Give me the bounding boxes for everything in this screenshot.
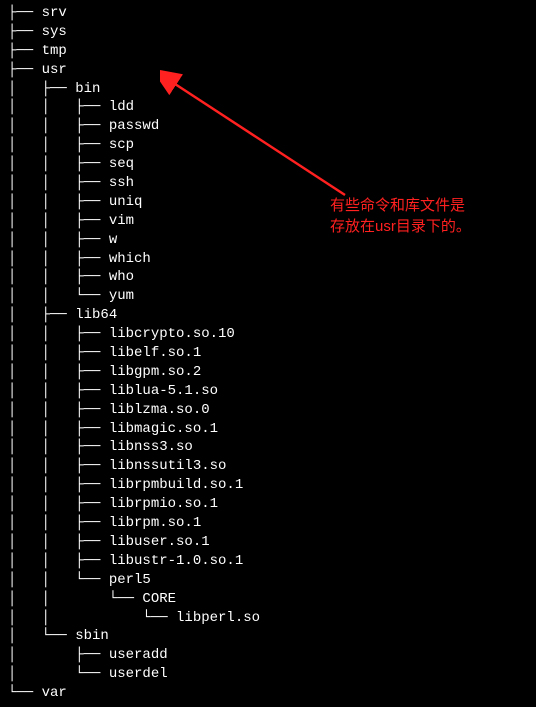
- tree-entry-usr-child-child: │ │ ├── libuser.so.1: [8, 533, 528, 552]
- tree-entry-usr-child: │ └── sbin: [8, 627, 528, 646]
- tree-entry-usr-child-child: │ │ ├── libnss3.so: [8, 438, 528, 457]
- tree-entry-usr-child: │ ├── lib64: [8, 306, 528, 325]
- tree-output: ├── srv├── sys├── tmp├── usr│ ├── bin│ │…: [0, 0, 536, 707]
- tree-entry-usr-child-child: │ │ ├── librpm.so.1: [8, 514, 528, 533]
- tree-entry-usr-child-child: │ │ ├── liblzma.so.0: [8, 401, 528, 420]
- tree-entry-usr-child-child: │ │ ├── libmagic.so.1: [8, 420, 528, 439]
- tree-entry-usr-child-child: │ │ ├── ssh: [8, 174, 528, 193]
- annotation-line1: 有些命令和库文件是: [330, 197, 465, 214]
- tree-entry-sys: ├── sys: [8, 23, 528, 42]
- tree-entry-usr-child-child: │ │ ├── libgpm.so.2: [8, 363, 528, 382]
- tree-entry-usr-child-child: │ │ ├── libustr-1.0.so.1: [8, 552, 528, 571]
- tree-entry-usr-child-child: │ └── userdel: [8, 665, 528, 684]
- tree-entry-usr-child-child: │ │ └── yum: [8, 287, 528, 306]
- tree-entry-usr-child-child: │ │ ├── libcrypto.so.10: [8, 325, 528, 344]
- tree-entry-usr-child-child: │ │ ├── passwd: [8, 117, 528, 136]
- tree-entry-usr-child-child: │ │ ├── liblua-5.1.so: [8, 382, 528, 401]
- tree-entry-usr-child-child: │ │ └── perl5: [8, 571, 528, 590]
- tree-entry-usr-child-child: │ │ ├── who: [8, 268, 528, 287]
- annotation-text: 有些命令和库文件是 存放在usr目录下的。: [330, 195, 471, 237]
- annotation-line2: 存放在usr目录下的。: [330, 218, 471, 235]
- tree-entry-usr-child-child: │ │ ├── ldd: [8, 98, 528, 117]
- tree-entry-usr-child-child-child-child: │ │ └── libperl.so: [8, 609, 528, 628]
- tree-entry-var: └── var: [8, 684, 528, 703]
- tree-entry-usr-child-child: │ │ ├── libelf.so.1: [8, 344, 528, 363]
- tree-entry-usr-child-child: │ ├── useradd: [8, 646, 528, 665]
- tree-entry-usr-child: │ ├── bin: [8, 80, 528, 99]
- tree-entry-srv: ├── srv: [8, 4, 528, 23]
- tree-entry-usr-child-child: │ │ ├── seq: [8, 155, 528, 174]
- tree-entry-usr-child-child: │ │ ├── scp: [8, 136, 528, 155]
- tree-entry-usr-child-child: │ │ ├── which: [8, 250, 528, 269]
- tree-entry-usr: ├── usr: [8, 61, 528, 80]
- tree-entry-usr-child-child: │ │ ├── librpmbuild.so.1: [8, 476, 528, 495]
- tree-entry-usr-child-child-child: │ │ └── CORE: [8, 590, 528, 609]
- tree-entry-tmp: ├── tmp: [8, 42, 528, 61]
- tree-entry-usr-child-child: │ │ ├── librpmio.so.1: [8, 495, 528, 514]
- tree-entry-usr-child-child: │ │ ├── libnssutil3.so: [8, 457, 528, 476]
